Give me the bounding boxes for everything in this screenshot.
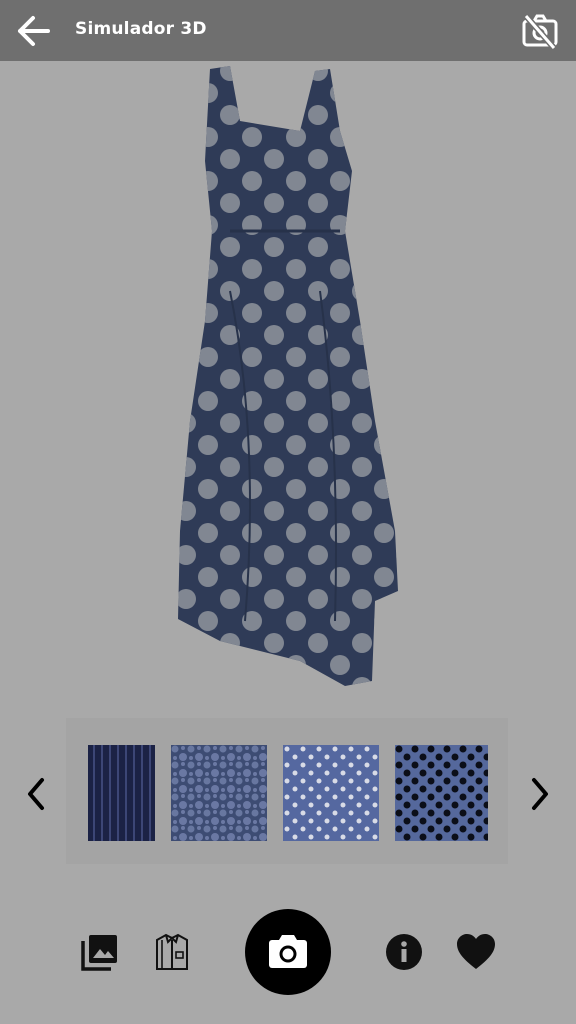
gallery-button[interactable] — [80, 932, 120, 972]
top-app-bar: Simulador 3D — [0, 0, 576, 61]
previous-fabric-button[interactable] — [18, 772, 54, 816]
dress-model — [178, 66, 398, 686]
photo-library-icon — [81, 935, 117, 971]
pebble-swatch — [171, 745, 267, 841]
shirt-icon — [156, 933, 188, 970]
fabric-swatch-4[interactable] — [395, 745, 488, 841]
pinstripe-swatch — [88, 745, 155, 841]
camera-off-icon — [522, 14, 558, 50]
fabric-swatch-2[interactable] — [171, 745, 267, 841]
camera-off-button[interactable] — [520, 12, 560, 50]
black-dots-swatch — [395, 745, 488, 841]
favorite-button[interactable] — [455, 933, 497, 971]
fabric-swatch-1[interactable] — [88, 745, 155, 841]
page-title: Simulador 3D — [75, 19, 207, 39]
heart-icon — [457, 934, 495, 969]
camera-icon — [269, 935, 307, 968]
back-button[interactable] — [14, 12, 54, 50]
arrow-left-icon — [18, 16, 50, 46]
next-fabric-button[interactable] — [522, 772, 558, 816]
info-icon — [386, 934, 422, 970]
chevron-right-icon — [532, 778, 548, 810]
3d-viewer[interactable] — [0, 61, 576, 716]
fabric-swatch-3[interactable] — [283, 745, 379, 841]
garment-button[interactable] — [154, 932, 190, 972]
small-dots-swatch — [283, 745, 379, 841]
info-button[interactable] — [385, 933, 423, 971]
capture-button[interactable] — [245, 909, 331, 995]
chevron-left-icon — [28, 778, 44, 810]
